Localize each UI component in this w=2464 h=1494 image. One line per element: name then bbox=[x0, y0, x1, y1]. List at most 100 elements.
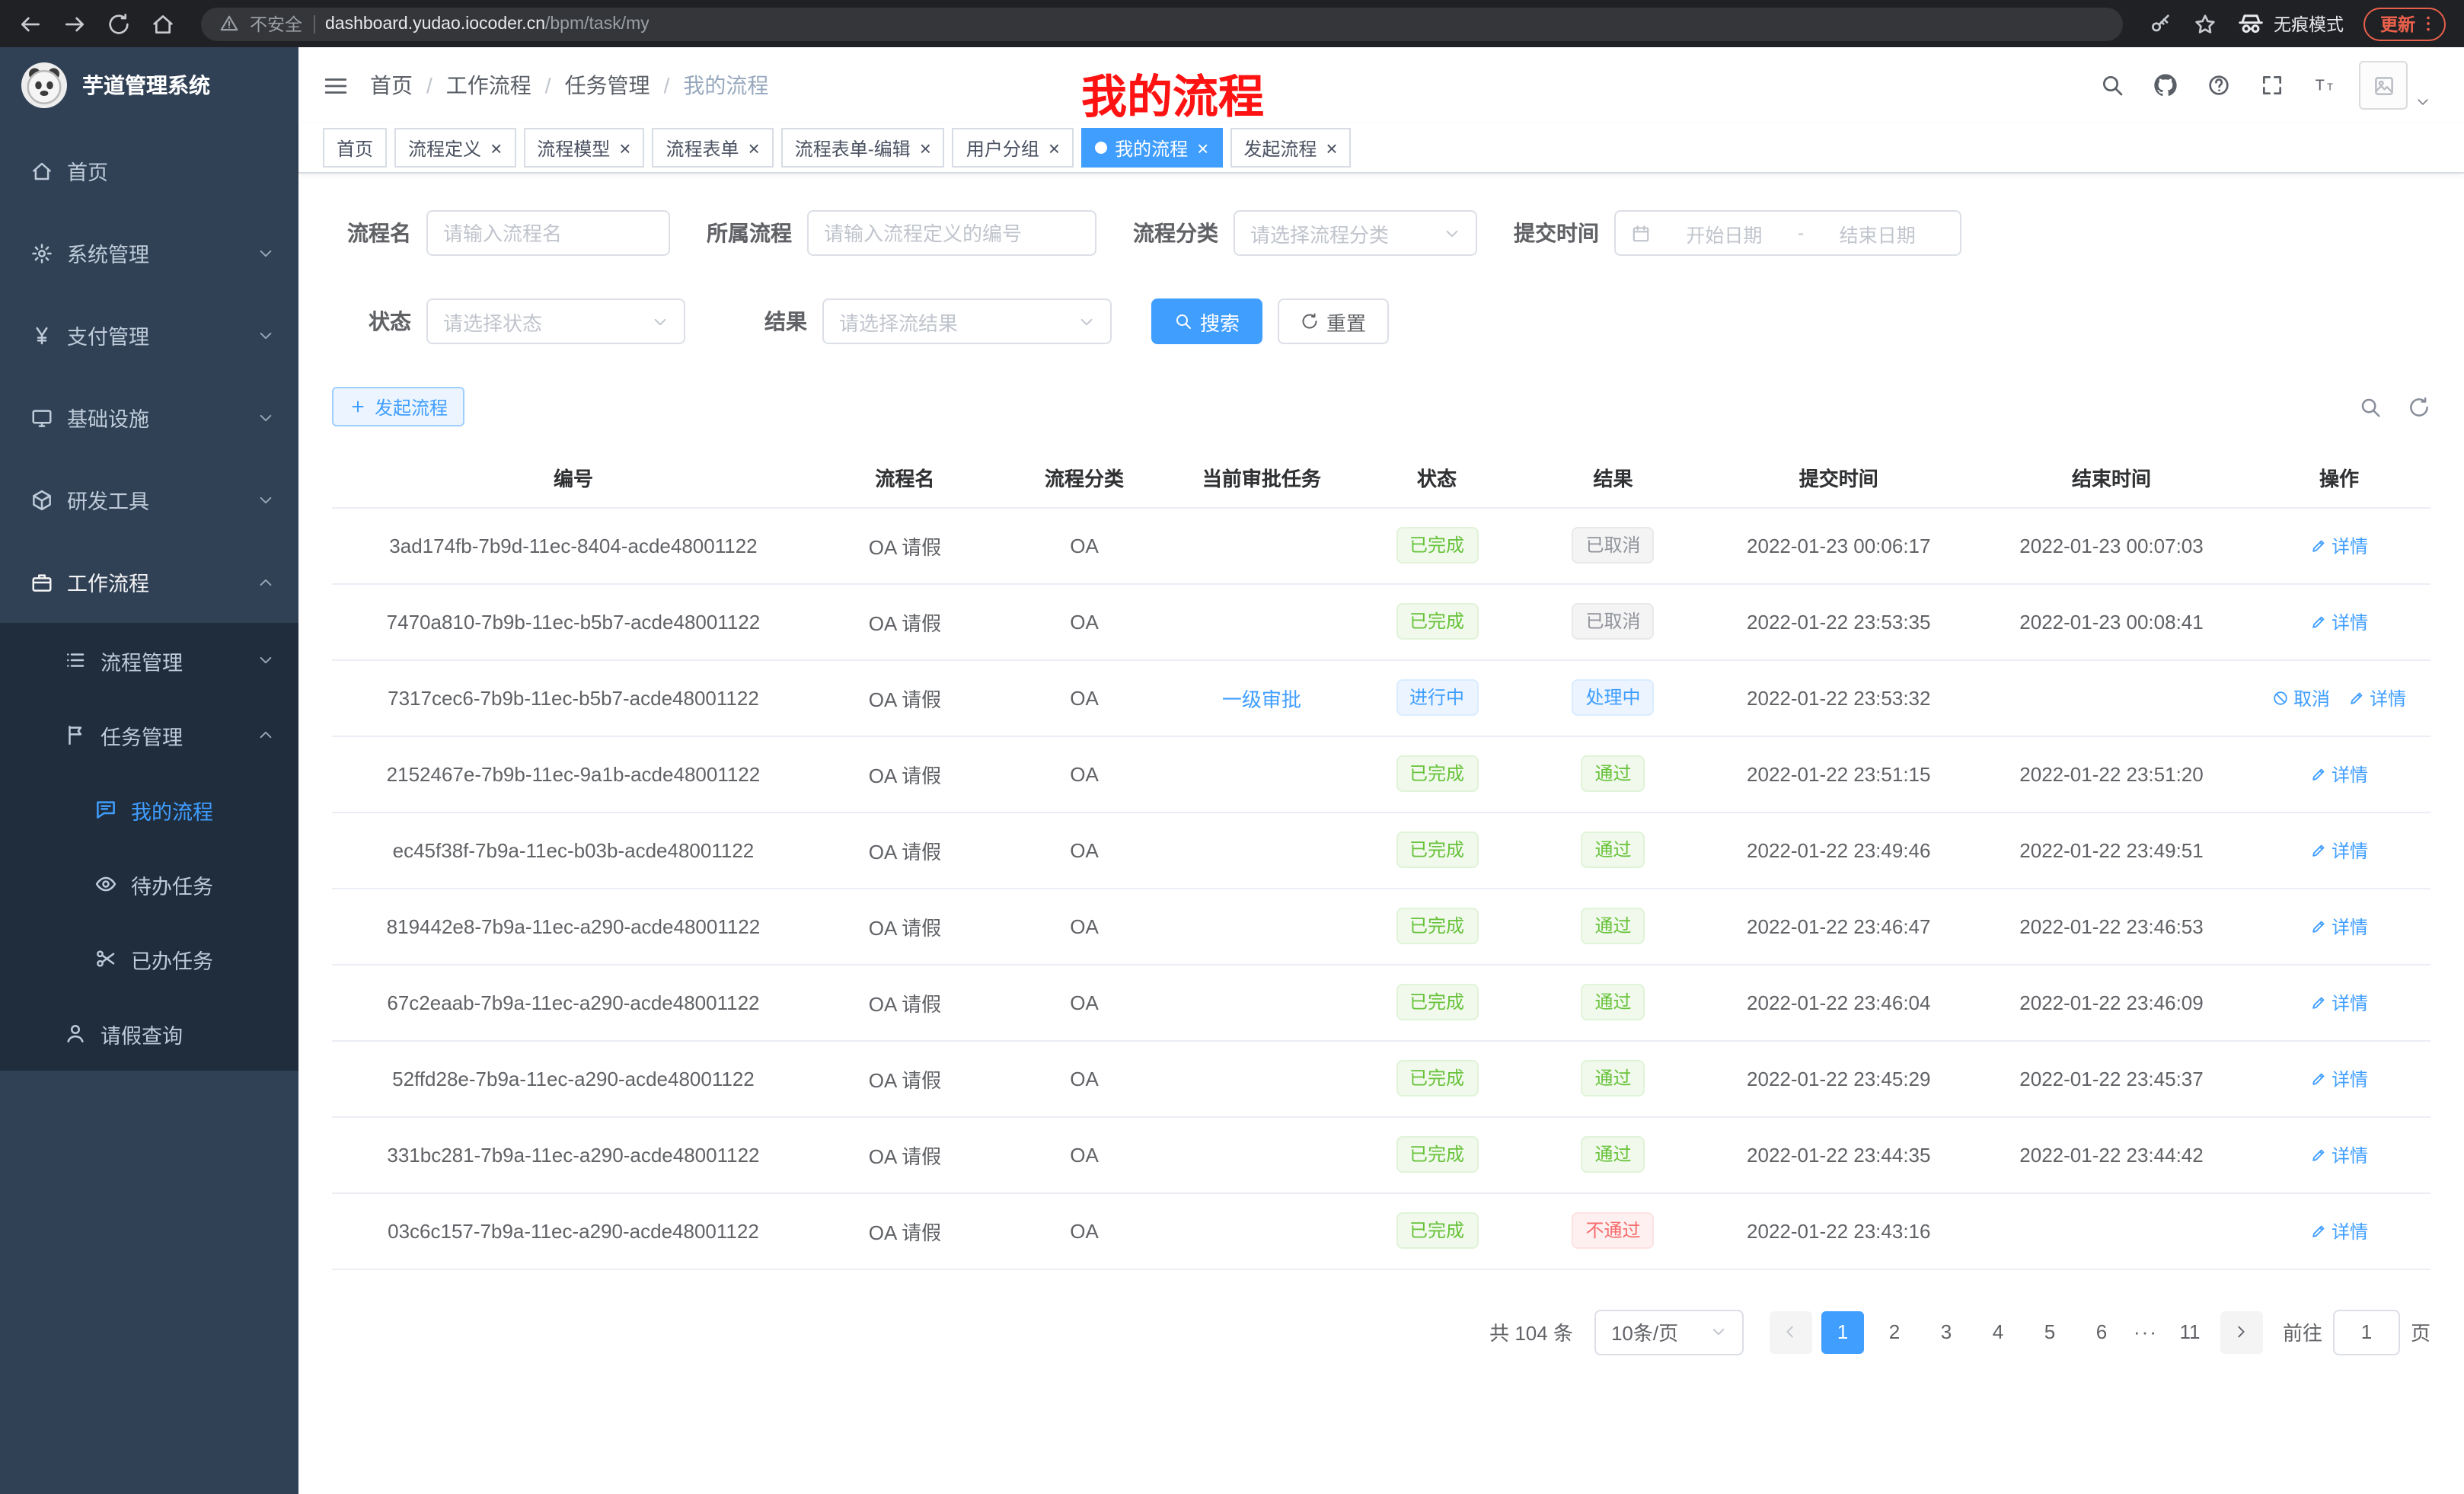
search-button[interactable]: 搜索 bbox=[1151, 298, 1262, 344]
process-name-input[interactable] bbox=[426, 210, 670, 256]
page-size-select[interactable]: 10条/页 bbox=[1594, 1309, 1744, 1355]
tab-close-icon[interactable]: × bbox=[1326, 138, 1337, 158]
cell-current-task bbox=[1173, 1040, 1350, 1116]
sidebar-item-工作流程[interactable]: 工作流程 bbox=[0, 541, 298, 623]
browser-menu-icon[interactable] bbox=[2418, 14, 2438, 34]
hamburger-icon[interactable] bbox=[323, 72, 349, 98]
sidebar-item-我的流程[interactable]: 我的流程 bbox=[0, 772, 298, 847]
content: 流程名 所属流程 流程分类 请选择流程分类 bbox=[298, 174, 2464, 1494]
sidebar-item-基础设施[interactable]: 基础设施 bbox=[0, 376, 298, 458]
cell-operations: 详情 bbox=[2248, 1192, 2430, 1269]
search-icon[interactable] bbox=[2100, 73, 2124, 97]
breadcrumb-item[interactable]: 首页 bbox=[370, 70, 413, 101]
submit-time-range[interactable]: 开始日期 - 结束日期 bbox=[1614, 210, 1961, 256]
cell-current-task: 一级审批 bbox=[1173, 659, 1350, 736]
sidebar-item-系统管理[interactable]: 系统管理 bbox=[0, 212, 298, 294]
refresh-table-icon[interactable] bbox=[2408, 395, 2430, 418]
prev-page-button[interactable] bbox=[1770, 1310, 1812, 1353]
breadcrumb-item[interactable]: 工作流程 bbox=[446, 70, 531, 101]
sidebar-item-任务管理[interactable]: 任务管理 bbox=[0, 698, 298, 772]
start-date-placeholder: 开始日期 bbox=[1657, 219, 1792, 247]
page-button-5[interactable]: 5 bbox=[2028, 1310, 2071, 1353]
tab-close-icon[interactable]: × bbox=[748, 138, 760, 158]
page-button-6[interactable]: 6 bbox=[2080, 1310, 2123, 1353]
sidebar-item-label: 我的流程 bbox=[131, 794, 213, 825]
tab-label: 用户分组 bbox=[966, 135, 1039, 161]
page-button-2[interactable]: 2 bbox=[1873, 1310, 1916, 1353]
detail-action-link[interactable]: 详情 bbox=[2310, 837, 2368, 863]
toggle-search-icon[interactable] bbox=[2359, 395, 2382, 418]
sidebar-item-待办任务[interactable]: 待办任务 bbox=[0, 847, 298, 921]
url-text: dashboard.yudao.iocoder.cn/bpm/task/my bbox=[325, 14, 650, 33]
sidebar-item-研发工具[interactable]: 研发工具 bbox=[0, 458, 298, 541]
tab-close-icon[interactable]: × bbox=[920, 138, 931, 158]
goto-page-input[interactable] bbox=[2333, 1309, 2400, 1355]
tab-首页[interactable]: 首页 bbox=[323, 128, 387, 168]
sidebar-item-支付管理[interactable]: 支付管理 bbox=[0, 294, 298, 376]
tab-流程定义[interactable]: 流程定义× bbox=[394, 128, 515, 168]
current-task-link[interactable]: 一级审批 bbox=[1222, 688, 1301, 710]
detail-action-link[interactable]: 详情 bbox=[2310, 608, 2368, 634]
tab-流程表单-编辑[interactable]: 流程表单-编辑× bbox=[781, 128, 945, 168]
fullscreen-icon[interactable] bbox=[2260, 73, 2284, 97]
cell-category: OA bbox=[995, 888, 1173, 964]
update-button[interactable]: 更新 bbox=[2363, 7, 2446, 40]
cell-result: 通过 bbox=[1524, 888, 1702, 964]
create-process-button[interactable]: 发起流程 bbox=[332, 387, 464, 426]
cancel-action-link[interactable]: 取消 bbox=[2272, 685, 2330, 710]
detail-action-link[interactable]: 详情 bbox=[2310, 761, 2368, 787]
tab-close-icon[interactable]: × bbox=[1197, 138, 1208, 158]
cell-submit-time: 2022-01-22 23:53:35 bbox=[1703, 583, 1975, 659]
github-icon[interactable] bbox=[2153, 73, 2178, 97]
detail-action-link[interactable]: 详情 bbox=[2310, 913, 2368, 939]
chevron-left-icon bbox=[1783, 1323, 1799, 1340]
tab-close-icon[interactable]: × bbox=[619, 138, 630, 158]
pagination-ellipsis[interactable]: ··· bbox=[2127, 1320, 2164, 1343]
bookmark-star-icon[interactable] bbox=[2193, 11, 2217, 36]
cell-operations: 详情 bbox=[2248, 888, 2430, 964]
reset-button[interactable]: 重置 bbox=[1278, 298, 1389, 344]
tab-用户分组[interactable]: 用户分组 × bbox=[953, 128, 1074, 168]
tab-流程模型[interactable]: 流程模型× bbox=[523, 128, 644, 168]
page-button-3[interactable]: 3 bbox=[1925, 1310, 1968, 1353]
key-icon[interactable] bbox=[2149, 11, 2173, 36]
next-page-button[interactable] bbox=[2220, 1310, 2263, 1353]
sidebar-item-流程管理[interactable]: 流程管理 bbox=[0, 623, 298, 698]
detail-action-link[interactable]: 详情 bbox=[2310, 1065, 2368, 1091]
tab-我的流程[interactable]: 我的流程× bbox=[1081, 128, 1222, 168]
tab-流程表单[interactable]: 流程表单× bbox=[652, 128, 773, 168]
status-select[interactable]: 请选择状态 bbox=[426, 298, 685, 344]
detail-action-link[interactable]: 详情 bbox=[2310, 1218, 2368, 1243]
tab-close-icon[interactable]: × bbox=[1048, 138, 1060, 158]
category-select[interactable]: 请选择流程分类 bbox=[1234, 210, 1477, 256]
cell-status: 已完成 bbox=[1350, 1040, 1524, 1116]
question-icon[interactable] bbox=[2207, 73, 2231, 97]
back-icon[interactable] bbox=[18, 11, 43, 36]
page-button-4[interactable]: 4 bbox=[1977, 1310, 2019, 1353]
page-button-1[interactable]: 1 bbox=[1821, 1310, 1864, 1353]
sidebar-item-已办任务[interactable]: 已办任务 bbox=[0, 921, 298, 996]
tab-close-icon[interactable]: × bbox=[490, 138, 502, 158]
detail-action-link[interactable]: 详情 bbox=[2310, 1141, 2368, 1167]
result-select[interactable]: 请选择流结果 bbox=[822, 298, 1112, 344]
chrome-home-icon[interactable] bbox=[151, 11, 175, 36]
page-button-11[interactable]: 11 bbox=[2169, 1310, 2211, 1353]
column-header-状态: 状态 bbox=[1350, 448, 1524, 507]
process-id-input[interactable] bbox=[807, 210, 1096, 256]
end-date-placeholder: 结束日期 bbox=[1810, 219, 1945, 247]
forward-icon[interactable] bbox=[62, 11, 87, 36]
tab-发起流程[interactable]: 发起流程× bbox=[1230, 128, 1351, 168]
action-label: 详情 bbox=[2332, 1141, 2368, 1167]
detail-action-link[interactable]: 详情 bbox=[2310, 532, 2368, 558]
sidebar-item-请假查询[interactable]: 请假查询 bbox=[0, 996, 298, 1071]
address-bar[interactable]: 不安全 dashboard.yudao.iocoder.cn/bpm/task/… bbox=[201, 7, 2123, 40]
fontsize-icon[interactable]: TT bbox=[2313, 73, 2338, 97]
cell-id: 52ffd28e-7b9a-11ec-a290-acde48001122 bbox=[332, 1040, 815, 1116]
breadcrumb-item[interactable]: 任务管理 bbox=[565, 70, 650, 101]
detail-action-link[interactable]: 详情 bbox=[2348, 685, 2406, 710]
reload-icon[interactable] bbox=[107, 11, 131, 36]
user-avatar[interactable] bbox=[2359, 61, 2430, 110]
detail-action-link[interactable]: 详情 bbox=[2310, 989, 2368, 1015]
sidebar-item-首页[interactable]: 首页 bbox=[0, 129, 298, 212]
sidebar-item-label: 系统管理 bbox=[67, 238, 149, 268]
